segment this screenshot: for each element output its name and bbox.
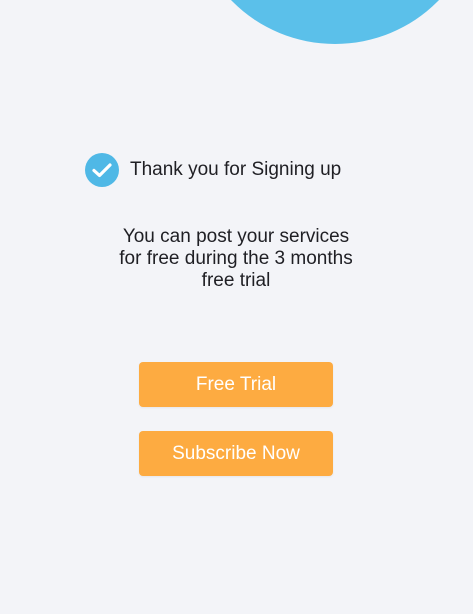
- signup-confirmation: Thank you for Signing up: [85, 153, 341, 187]
- confirmation-text: Thank you for Signing up: [130, 159, 342, 180]
- message-line: You can post your services: [122, 226, 350, 247]
- decorative-circle: [190, 0, 473, 44]
- subscribe-now-button[interactable]: Subscribe Now: [139, 431, 333, 476]
- trial-message: You can post your services for free duri…: [86, 226, 386, 292]
- free-trial-button[interactable]: Free Trial: [139, 362, 333, 407]
- message-line: free trial: [201, 270, 271, 291]
- message-line: for free during the 3 months: [119, 248, 353, 269]
- check-circle-icon: [85, 153, 119, 187]
